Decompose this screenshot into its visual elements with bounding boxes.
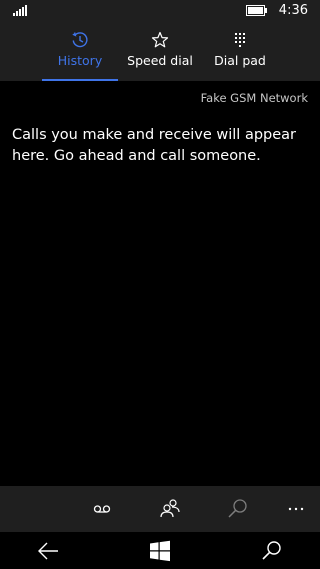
tab-history-label: History	[57, 53, 103, 68]
star-icon	[151, 31, 169, 49]
contacts-button[interactable]	[155, 494, 185, 524]
empty-history-message: Calls you make and receive will appear h…	[12, 127, 297, 164]
navigation-bar	[0, 532, 320, 569]
back-icon	[35, 538, 61, 564]
voicemail-button[interactable]	[87, 494, 117, 524]
status-bar: 4:36	[0, 0, 320, 22]
more-options-button[interactable]	[281, 494, 311, 524]
active-tab-indicator	[42, 79, 118, 81]
tab-speed-dial-label: Speed dial	[127, 53, 193, 68]
voicemail-icon	[87, 494, 117, 524]
contacts-icon	[155, 494, 185, 524]
tab-history[interactable]: History	[42, 22, 118, 81]
app-bar	[0, 486, 320, 532]
battery-icon	[246, 5, 268, 16]
start-button[interactable]	[147, 538, 173, 564]
search-icon	[259, 538, 285, 564]
network-name: Fake GSM Network	[200, 91, 308, 105]
system-search-button[interactable]	[259, 538, 285, 564]
search-calls-button[interactable]	[223, 494, 253, 524]
signal-bars-icon	[13, 5, 28, 16]
tab-speed-dial[interactable]: Speed dial	[126, 22, 194, 81]
more-icon	[281, 494, 311, 524]
tab-dial-pad-label: Dial pad	[214, 53, 266, 68]
search-icon	[223, 494, 253, 524]
windows-start-icon	[147, 538, 173, 564]
back-button[interactable]	[35, 538, 61, 564]
dialpad-icon	[231, 31, 249, 49]
pivot-header: History Speed dial Dial pad	[0, 22, 320, 81]
status-clock: 4:36	[278, 3, 308, 18]
tab-dial-pad[interactable]: Dial pad	[206, 22, 274, 81]
history-icon	[71, 31, 89, 49]
